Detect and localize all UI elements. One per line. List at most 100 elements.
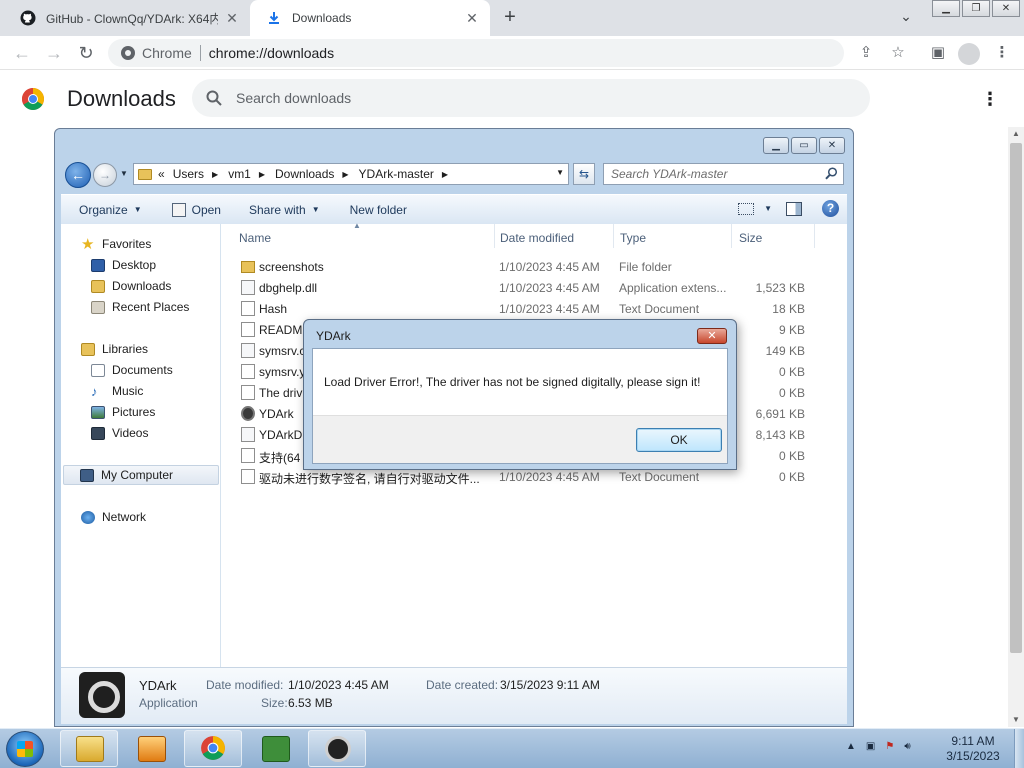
close-tab-icon[interactable]: ✕ (464, 10, 480, 26)
dialog-close-button[interactable]: ✕ (697, 328, 727, 344)
taskbar-csharp-editor[interactable] (246, 730, 304, 767)
chrome-menu-icon[interactable]: ⋮ (992, 43, 1012, 63)
nav-my-computer[interactable]: My Computer (63, 465, 219, 485)
tab-downloads[interactable]: Downloads ✕ (250, 0, 490, 36)
file-size: 149 KB (765, 344, 805, 358)
file-row[interactable]: screenshots 1/10/2023 4:45 AM File folder (221, 256, 847, 277)
omnibox-divider (199, 45, 201, 61)
nav-documents[interactable]: Documents (91, 360, 173, 380)
explorer-search-box[interactable]: Search YDArk-master (603, 163, 844, 185)
breadcrumb-users[interactable]: Users (173, 167, 204, 181)
show-hidden-icons-icon[interactable]: ▲ (846, 741, 856, 752)
search-icon[interactable] (825, 167, 838, 180)
new-tab-button[interactable]: + (498, 6, 522, 30)
share-with-button[interactable]: Share with ▼ (249, 203, 320, 217)
document-icon (241, 301, 255, 316)
tab-github[interactable]: GitHub - ClownQq/YDArk: X64内 ✕ (4, 0, 250, 36)
details-modified-label: Date modified: (206, 678, 284, 692)
nav-recent-places[interactable]: Recent Places (91, 297, 189, 317)
bookmark-star-icon[interactable]: ☆ (888, 43, 908, 63)
media-player-icon (138, 736, 166, 762)
nav-downloads[interactable]: Downloads (91, 276, 171, 296)
more-actions-icon[interactable]: ⋮ (980, 88, 1000, 110)
breadcrumb-downloads[interactable]: Downloads (275, 167, 334, 181)
address-overflow[interactable]: « (158, 167, 165, 181)
nav-libraries[interactable]: Libraries (81, 339, 148, 359)
close-window-button[interactable]: ✕ (992, 0, 1020, 17)
recent-locations-caret-icon[interactable]: ▼ (120, 169, 128, 178)
ydark-gear-icon (325, 736, 351, 762)
volume-icon[interactable]: 🔊︎ (904, 741, 910, 752)
explorer-back-icon[interactable]: ← (65, 162, 91, 188)
taskbar-explorer[interactable] (60, 730, 118, 767)
address-bar[interactable]: Chrome chrome://downloads (108, 39, 844, 67)
column-header-date-modified[interactable]: Date modified (494, 224, 614, 248)
nav-music[interactable]: ♪ Music (91, 381, 143, 401)
breadcrumb-vm1[interactable]: vm1 (228, 167, 251, 181)
breadcrumb-arrow-icon[interactable]: ▶ (259, 170, 265, 179)
close-tab-icon[interactable]: ✕ (224, 10, 240, 26)
taskbar-ydark[interactable] (308, 730, 366, 767)
explorer-minimize-button[interactable]: ▁ (763, 137, 789, 154)
explorer-forward-icon[interactable]: → (93, 163, 117, 187)
refresh-icon[interactable]: ⇆ (573, 163, 595, 185)
file-row[interactable]: dbghelp.dll 1/10/2023 4:45 AM Application … (221, 277, 847, 298)
preview-pane-icon[interactable] (786, 201, 802, 216)
downloads-folder-icon (91, 279, 105, 293)
action-center-flag-icon[interactable]: ⚑ (885, 741, 894, 752)
side-panel-icon[interactable]: ▣ (928, 43, 948, 63)
new-folder-button[interactable]: New folder (350, 203, 407, 217)
breadcrumb-arrow-icon[interactable]: ▶ (212, 170, 218, 179)
restore-button[interactable]: ❐ (962, 0, 990, 17)
scroll-up-arrow-icon[interactable]: ▲ (1008, 127, 1024, 141)
ok-button[interactable]: OK (636, 428, 722, 452)
forward-arrow-icon[interactable]: → (42, 41, 66, 65)
column-header-size[interactable]: Size (733, 224, 815, 248)
file-row[interactable]: Hash 1/10/2023 4:45 AM Text Document 18 KB (221, 298, 847, 319)
explorer-maximize-button[interactable]: ▭ (791, 137, 817, 154)
scrollbar-thumb[interactable] (1010, 143, 1022, 653)
minimize-button[interactable]: ▁ (932, 0, 960, 17)
column-header-name[interactable]: ▲ Name (233, 221, 495, 248)
breadcrumb-arrow-icon[interactable]: ▶ (442, 170, 448, 179)
nav-network[interactable]: Network (81, 507, 146, 527)
nav-videos[interactable]: Videos (91, 423, 148, 443)
show-desktop-button[interactable] (1014, 729, 1024, 768)
search-downloads-box[interactable] (192, 79, 870, 117)
open-button[interactable]: Open (171, 202, 221, 217)
breadcrumb-arrow-icon[interactable]: ▶ (342, 170, 348, 179)
taskbar-media-player[interactable] (122, 730, 180, 767)
column-label: Size (739, 231, 763, 245)
nav-pictures[interactable]: Pictures (91, 402, 155, 422)
organize-button[interactable]: Organize ▼ (79, 203, 142, 217)
nav-favorites[interactable]: ★ Favorites (81, 234, 151, 254)
share-icon[interactable]: ⇪ (856, 43, 876, 63)
nav-label: Desktop (112, 258, 157, 272)
explorer-window-controls: ▁ ▭ ✕ (763, 137, 845, 154)
reload-icon[interactable]: ↻ (74, 41, 98, 65)
page-scrollbar[interactable]: ▲ ▼ (1008, 127, 1024, 727)
search-downloads-input[interactable] (236, 79, 836, 117)
profile-avatar-icon[interactable] (958, 43, 980, 65)
nav-label: Libraries (102, 342, 149, 356)
taskbar-chrome[interactable] (184, 730, 242, 767)
breadcrumb-ydark-master[interactable]: YDArk-master (359, 167, 434, 181)
dialog-title: YDArk (316, 329, 351, 343)
back-arrow-icon[interactable]: ← (10, 41, 34, 65)
taskbar-clock[interactable]: 9:11 AM 3/15/2023 (940, 734, 1006, 764)
view-options-caret-icon[interactable]: ▼ (764, 204, 772, 213)
tab-search-chevron-icon[interactable]: ⌄ (896, 8, 916, 28)
network-tray-icon[interactable]: ▣ (866, 741, 875, 752)
explorer-close-button[interactable]: ✕ (819, 137, 845, 154)
start-button-windows-icon[interactable] (6, 731, 44, 767)
view-details-icon[interactable] (738, 202, 755, 215)
address-dropdown-icon[interactable]: ▼ (556, 168, 564, 177)
explorer-address-bar[interactable]: « Users ▶ vm1 ▶ Downloads ▶ YDArk-master… (133, 163, 569, 185)
column-header-type[interactable]: Type (614, 224, 732, 248)
open-icon (171, 202, 186, 217)
details-file-name: YDArk (139, 678, 177, 693)
help-icon[interactable]: ? (822, 200, 839, 217)
scroll-down-arrow-icon[interactable]: ▼ (1008, 713, 1024, 727)
nav-desktop[interactable]: Desktop (91, 255, 156, 275)
file-size: 8,143 KB (755, 428, 805, 442)
